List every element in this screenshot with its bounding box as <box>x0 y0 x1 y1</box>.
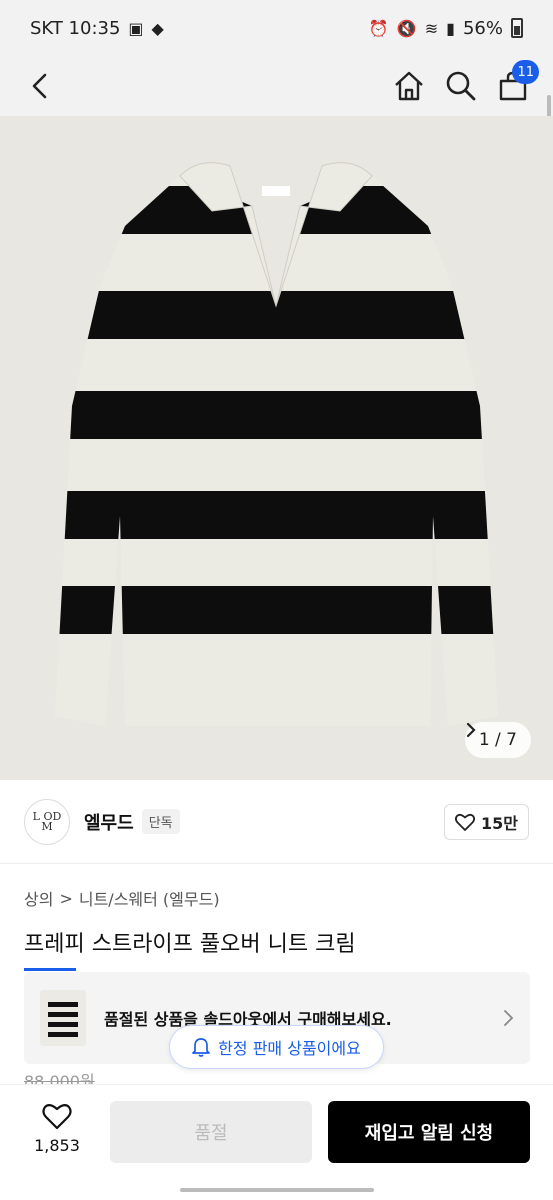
home-indicator[interactable] <box>180 1188 374 1192</box>
cart-count-badge: 11 <box>512 60 539 84</box>
chevron-left-icon <box>32 73 47 99</box>
breadcrumb-subcategory[interactable]: 니트/스웨터 (엘무드) <box>79 886 220 910</box>
back-button[interactable] <box>24 70 56 102</box>
status-bar: SKT 10:35 ▣ ◆ ⏰ 🔇 ≋ ▮ 56% <box>0 0 553 56</box>
mute-icon: 🔇 <box>396 18 417 38</box>
sweater-label-tag <box>262 186 290 196</box>
heart-icon <box>42 1104 72 1130</box>
battery-icon <box>511 18 523 38</box>
home-button[interactable] <box>393 70 425 102</box>
search-icon <box>446 71 476 101</box>
chevron-right-icon <box>466 722 476 738</box>
banner-accent-bar <box>24 968 76 971</box>
app-header: 11 <box>0 56 553 116</box>
chevron-right-icon <box>504 1010 514 1026</box>
breadcrumb-separator: > <box>59 888 73 908</box>
brand-like-count: 15만 <box>481 813 518 833</box>
heart-icon <box>455 813 475 831</box>
exclusive-badge: 단독 <box>141 809 180 834</box>
bell-icon <box>192 1038 211 1057</box>
battery-level: 56% <box>462 17 503 39</box>
limited-sale-text: 한정 판매 상품이에요 <box>218 1039 361 1058</box>
brand-logo[interactable]: L OD M <box>24 798 70 845</box>
wifi-icon: ≋ <box>424 18 439 38</box>
breadcrumb-category[interactable]: 상의 <box>24 886 53 910</box>
search-button[interactable] <box>445 70 477 102</box>
wishlist-count: 1,853 <box>34 1136 80 1155</box>
breadcrumb: 상의 > 니트/스웨터 (엘무드) <box>24 886 220 910</box>
messenger-notification-icon: ◆ <box>151 18 164 38</box>
header-actions: 11 <box>393 60 539 102</box>
product-image <box>55 162 498 726</box>
home-icon <box>395 71 423 101</box>
product-title: 프레피 스트라이프 풀오버 니트 크림 <box>24 932 356 957</box>
alarm-icon: ⏰ <box>368 18 389 38</box>
thumbnail-image <box>48 998 78 1040</box>
soldout-button[interactable]: 품절 <box>110 1101 312 1163</box>
status-right: ⏰ 🔇 ≋ ▮ 56% <box>369 18 523 39</box>
image-counter: 1 / 7 <box>478 730 517 750</box>
product-image-gallery[interactable]: 1 / 7 <box>0 116 553 780</box>
bottom-action-bar: 1,853 품절 재입고 알림 신청 <box>0 1084 553 1200</box>
brand-row[interactable]: L OD M 엘무드 단독 15만 <box>0 780 553 864</box>
sweater-body <box>55 176 498 726</box>
sweater-stripe <box>55 586 498 634</box>
brand-logo-text-bottom: M <box>41 819 53 833</box>
brand-name[interactable]: 엘무드 <box>84 809 134 835</box>
restock-alert-button[interactable]: 재입고 알림 신청 <box>328 1101 530 1163</box>
signal-icon: ▮ <box>446 18 455 38</box>
cart-button[interactable]: 11 <box>497 60 539 102</box>
limited-sale-tooltip[interactable]: 한정 판매 상품이에요 <box>169 1025 384 1069</box>
sweater-stripe <box>55 391 498 439</box>
brand-like-button[interactable]: 15만 <box>444 803 529 840</box>
status-left: SKT 10:35 ▣ ◆ <box>30 18 164 39</box>
gallery-notification-icon: ▣ <box>128 18 144 38</box>
product-thumbnail <box>40 990 86 1046</box>
sweater-stripe <box>55 291 498 339</box>
sweater-stripe <box>55 491 498 539</box>
wishlist-button[interactable]: 1,853 <box>24 1103 90 1155</box>
image-counter-button[interactable]: 1 / 7 <box>464 722 531 758</box>
carrier-time: SKT 10:35 <box>30 17 121 39</box>
